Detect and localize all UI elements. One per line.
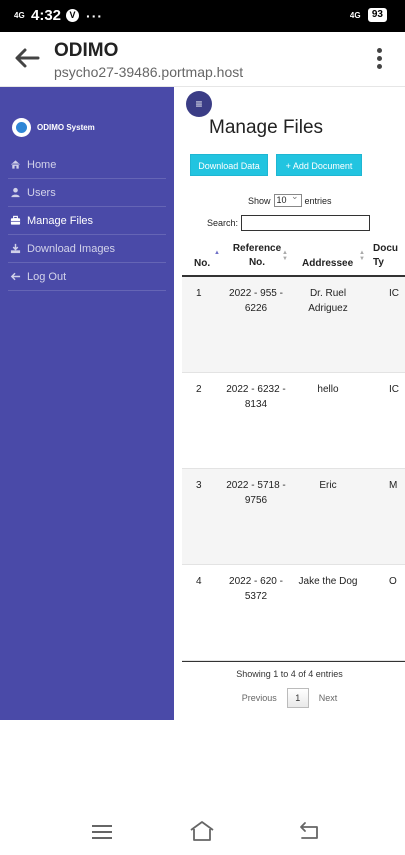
cell-document-type: M [389, 480, 398, 491]
clock: 4:32 [31, 7, 62, 24]
browser-header: ODIMO psycho27-39486.portmap.host [0, 32, 405, 87]
search-label: Search: [207, 218, 239, 228]
signal-icon: 4G [349, 10, 361, 20]
cell-no: 2 [196, 384, 202, 395]
search-input[interactable] [241, 215, 371, 231]
cell-reference: 2022 - 5718 - 9756 [226, 480, 286, 506]
v-shield-icon: V [66, 9, 80, 22]
header-label: No. [248, 257, 266, 268]
page-url: psycho27-39486.portmap.host [54, 64, 244, 80]
sidebar-item-users[interactable]: Users [8, 179, 166, 207]
entries-length-control: Show 10 entries [248, 191, 332, 207]
battery-icon: 93 [367, 8, 387, 22]
page-title-header: ODIMO [54, 40, 119, 61]
cell-addressee: hello [317, 384, 339, 395]
sort-asc-icon: ▲ [214, 250, 220, 256]
cell-addressee: Eric [319, 480, 337, 491]
table-row[interactable]: 4 2022 - 620 - 5372 Jake the Dog O [182, 565, 405, 661]
table-row[interactable]: 2 2022 - 6232 - 8134 hello IC [182, 373, 405, 469]
entries-select[interactable]: 10 [273, 191, 302, 207]
sidebar-item-label: Home [27, 158, 57, 171]
page-title: Manage Files [209, 117, 324, 138]
sidebar-item-download-images[interactable]: Download Images [8, 235, 166, 263]
entries-label: entries [304, 195, 332, 206]
table-header: No. ▲ Reference No. ▲ ▼ Addressee ▲ ▼ Docu… [182, 239, 405, 277]
next-page-button[interactable]: Next [319, 693, 338, 703]
page-1-button[interactable]: 1 [286, 688, 309, 708]
sidebar-item-logout[interactable]: Log Out [8, 263, 166, 291]
files-table: No. ▲ Reference No. ▲ ▼ Addressee ▲ ▼ Docu… [182, 239, 405, 661]
sidebar-item-label: Download Images [27, 242, 116, 255]
cell-addressee: Dr. Ruel Adriguez [308, 288, 348, 314]
search-control: Search: [207, 215, 371, 231]
column-header-reference[interactable]: Reference No. [226, 242, 288, 270]
column-header-document-type[interactable]: Docu Ty [373, 242, 405, 270]
header-label: Docu [373, 243, 398, 254]
sidebar-item-label: Manage Files [27, 214, 94, 227]
logo-icon [12, 118, 31, 137]
pagination: Previous 1 Next [174, 688, 405, 708]
home-icon [10, 160, 21, 169]
user-icon [11, 187, 20, 198]
previous-page-button[interactable]: Previous [242, 693, 277, 703]
table-info: Showing 1 to 4 of 4 entries [236, 669, 343, 679]
brand-name: ODIMO System [37, 123, 95, 132]
sidebar-nav: Home Users Manage Files Download Images … [8, 151, 166, 291]
add-document-button[interactable]: + Add Document [276, 154, 362, 176]
column-header-addressee[interactable]: Addressee [302, 257, 353, 271]
cell-document-type: O [389, 576, 397, 587]
cell-no: 1 [196, 288, 202, 299]
back-button-icon[interactable] [297, 821, 321, 841]
sidebar-item-manage-files[interactable]: Manage Files [8, 207, 166, 235]
cell-no: 4 [196, 576, 202, 587]
briefcase-icon [10, 215, 21, 225]
cell-reference: 2022 - 620 - 5372 [229, 576, 283, 602]
sort-both-icon: ▲ ▼ [359, 250, 365, 262]
sidebar-item-label: Users [27, 186, 56, 199]
table-row[interactable]: 1 2022 - 955 - 6226 Dr. Ruel Adriguez IC [182, 277, 405, 373]
more-notifications-icon: ··· [86, 7, 104, 24]
brand[interactable]: ODIMO System [12, 118, 95, 137]
cell-no: 3 [196, 480, 202, 491]
cell-reference: 2022 - 6232 - 8134 [226, 384, 286, 410]
main-content: ≡ Manage Files Download Data + Add Docum… [174, 87, 405, 720]
cell-reference: 2022 - 955 - 6226 [229, 288, 283, 314]
header-label: Reference [232, 243, 282, 254]
header-label: Addressee [302, 258, 354, 269]
system-navigation-bar [0, 720, 405, 855]
download-icon [10, 243, 21, 254]
sidebar-item-label: Log Out [27, 270, 67, 283]
sort-both-icon: ▲ ▼ [282, 250, 288, 262]
header-label: Ty [373, 257, 384, 268]
cell-document-type: IC [389, 384, 399, 395]
table-footer-divider [182, 661, 405, 662]
cell-addressee: Jake the Dog [298, 576, 358, 587]
back-arrow-icon[interactable] [14, 46, 40, 70]
recent-apps-icon[interactable] [92, 825, 112, 839]
table-row[interactable]: 3 2022 - 5718 - 9756 Eric M [182, 469, 405, 565]
sidebar: ODIMO System Home Users Manage Files Dow… [0, 87, 174, 720]
more-options-icon[interactable] [377, 48, 383, 70]
header-label: No. [194, 258, 211, 269]
home-button-icon[interactable] [189, 820, 215, 842]
column-header-no[interactable]: No. [194, 257, 210, 271]
cell-document-type: IC [389, 288, 399, 299]
download-data-button[interactable]: Download Data [190, 154, 268, 176]
network-indicator: 4G [14, 11, 25, 20]
arrow-left-icon [10, 272, 21, 281]
sidebar-toggle-button[interactable]: ≡ [186, 91, 212, 117]
sidebar-item-home[interactable]: Home [8, 151, 166, 179]
show-label: Show [248, 195, 271, 206]
status-bar: 4G 4:32 V ··· 4G 93 [0, 0, 405, 32]
